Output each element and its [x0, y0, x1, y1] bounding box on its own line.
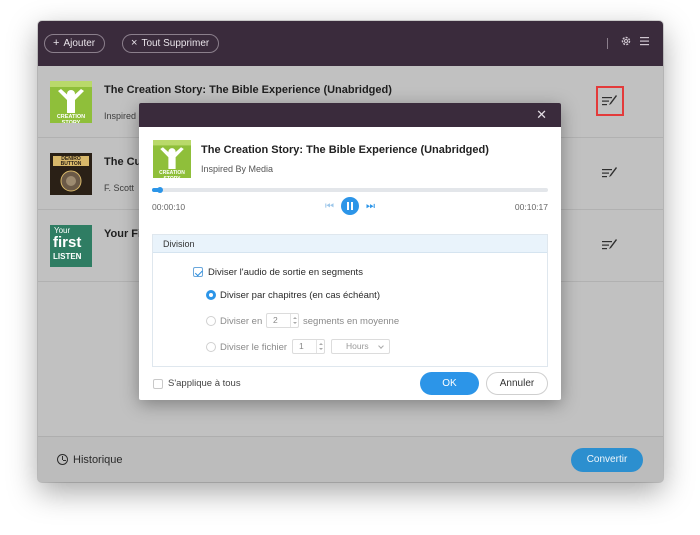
stage: + Ajouter × Tout Supprimer CREATION STOR… — [0, 0, 700, 535]
segment-suffix-label: segments en moyenne — [303, 316, 400, 327]
add-button-label: Ajouter — [63, 38, 96, 49]
division-panel: Division Diviser l'audio de sortie en se… — [152, 234, 548, 367]
chevron-down-icon — [378, 343, 384, 349]
split-file-label: Diviser le fichier — [220, 342, 288, 353]
history-link[interactable]: Historique — [73, 454, 123, 466]
history-icon[interactable] — [57, 454, 68, 465]
skip-back-icon[interactable]: ⏮ — [325, 201, 334, 212]
segment-count-stepper[interactable]: 2 — [266, 313, 299, 328]
time-unit-select[interactable]: Hours — [331, 339, 390, 354]
book-title: The Creation Story: The Bible Experience… — [104, 84, 392, 96]
stepper-arrows-icon[interactable] — [316, 340, 324, 353]
dialog-book-author: Inspired By Media — [201, 164, 274, 174]
dialog-book-title: The Creation Story: The Bible Experience… — [201, 144, 489, 156]
close-icon: × — [131, 37, 138, 49]
split-into-segments-label: Diviser en — [220, 316, 263, 327]
book-cover: CREATION STORY — [50, 81, 92, 123]
split-file-stepper[interactable]: 1 — [292, 339, 325, 354]
skip-forward-icon[interactable]: ⏭ — [366, 201, 375, 212]
convert-button[interactable]: Convertir — [571, 448, 643, 472]
book-cover: Your first LISTEN — [50, 225, 92, 267]
apply-all-label: S'applique à tous — [168, 378, 241, 389]
cover-text: LISTEN — [53, 252, 82, 261]
edit-settings-icon[interactable] — [601, 238, 619, 252]
split-output-label: Diviser l'audio de sortie en segments — [208, 267, 363, 278]
add-button[interactable]: + Ajouter — [44, 34, 106, 53]
gear-icon[interactable] — [620, 35, 632, 50]
split-file-radio[interactable] — [206, 342, 216, 352]
division-header: Division — [153, 235, 547, 253]
stepper-arrows-icon[interactable] — [290, 314, 298, 327]
time-unit-value: Hours — [346, 341, 369, 351]
split-output-checkbox[interactable] — [193, 267, 203, 277]
book-cover: DENIRO BUTTON — [50, 153, 92, 195]
split-file-value: 1 — [299, 341, 304, 351]
elapsed-time: 00:00:10 — [152, 202, 186, 212]
apply-all-checkbox[interactable] — [153, 379, 163, 389]
cover-text: first — [53, 234, 82, 251]
book-title: Your Fi — [104, 228, 142, 240]
segment-count-value: 2 — [273, 315, 278, 325]
cover-text: BUTTON — [60, 161, 82, 167]
split-by-chapters-radio[interactable] — [206, 290, 216, 300]
pause-button[interactable] — [341, 197, 359, 215]
split-by-chapters-label: Diviser par chapitres (en cas échéant) — [220, 290, 380, 301]
menu-icon[interactable] — [639, 35, 650, 50]
cover-text: CREATION STORY — [56, 114, 86, 123]
dialog-titlebar: ✕ — [139, 103, 561, 127]
cover-text: CREATION STORY — [159, 170, 185, 178]
book-author: F. Scott — [104, 183, 135, 193]
total-time: 00:10:17 — [514, 202, 548, 212]
plus-icon: + — [53, 37, 60, 49]
book-author: Inspired — [104, 111, 137, 121]
progress-knob[interactable] — [157, 187, 163, 193]
split-settings-dialog: ✕ CREATION STORY The Creation Story: The… — [139, 103, 561, 400]
cancel-button[interactable]: Annuler — [486, 372, 548, 395]
clear-all-button[interactable]: × Tout Supprimer — [122, 34, 220, 53]
toolbar: + Ajouter × Tout Supprimer — [38, 21, 663, 66]
clear-all-button-label: Tout Supprimer — [141, 38, 210, 49]
book-title: The Cu — [104, 156, 142, 168]
close-icon[interactable]: ✕ — [536, 108, 547, 121]
toolbar-divider — [607, 38, 608, 49]
dialog-book-cover: CREATION STORY — [153, 140, 191, 178]
edit-settings-icon[interactable] — [601, 94, 619, 108]
ok-button[interactable]: OK — [420, 372, 479, 395]
split-into-segments-radio[interactable] — [206, 316, 216, 326]
edit-settings-icon[interactable] — [601, 166, 619, 180]
footer: Historique Convertir — [38, 436, 663, 482]
playback-progress[interactable] — [152, 187, 548, 193]
